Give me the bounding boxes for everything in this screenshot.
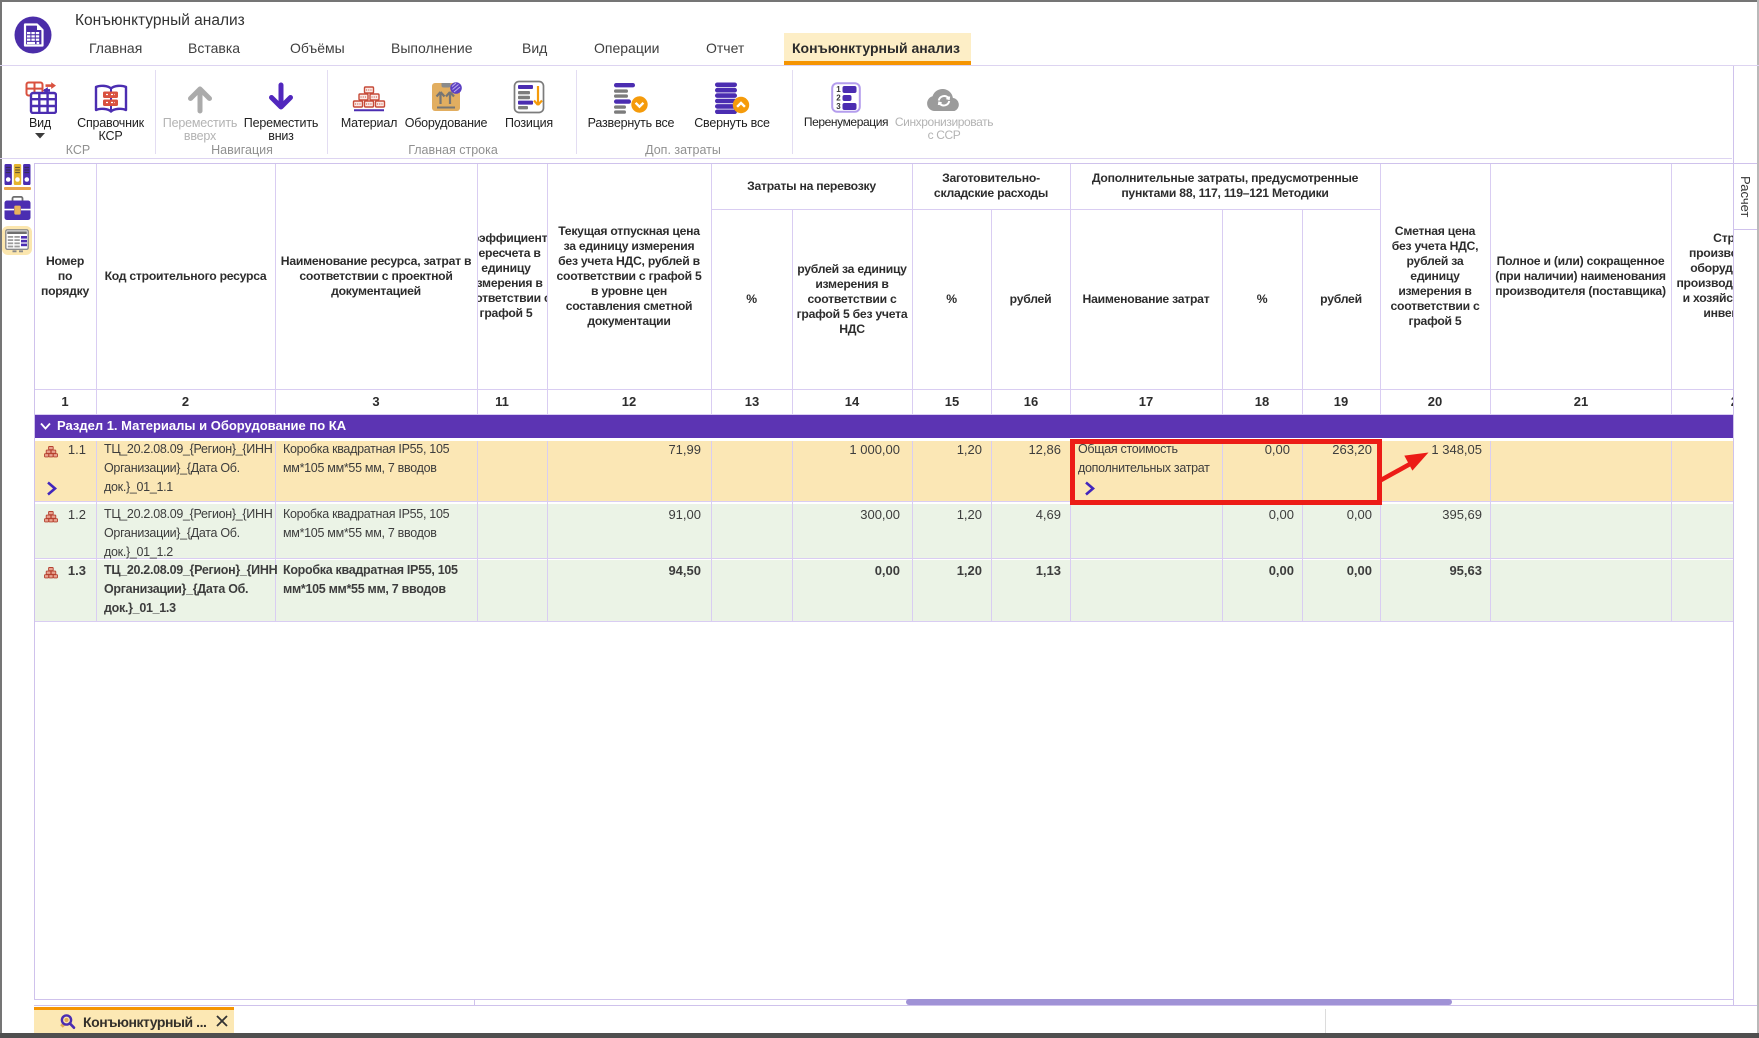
- svg-text:3: 3: [836, 102, 841, 111]
